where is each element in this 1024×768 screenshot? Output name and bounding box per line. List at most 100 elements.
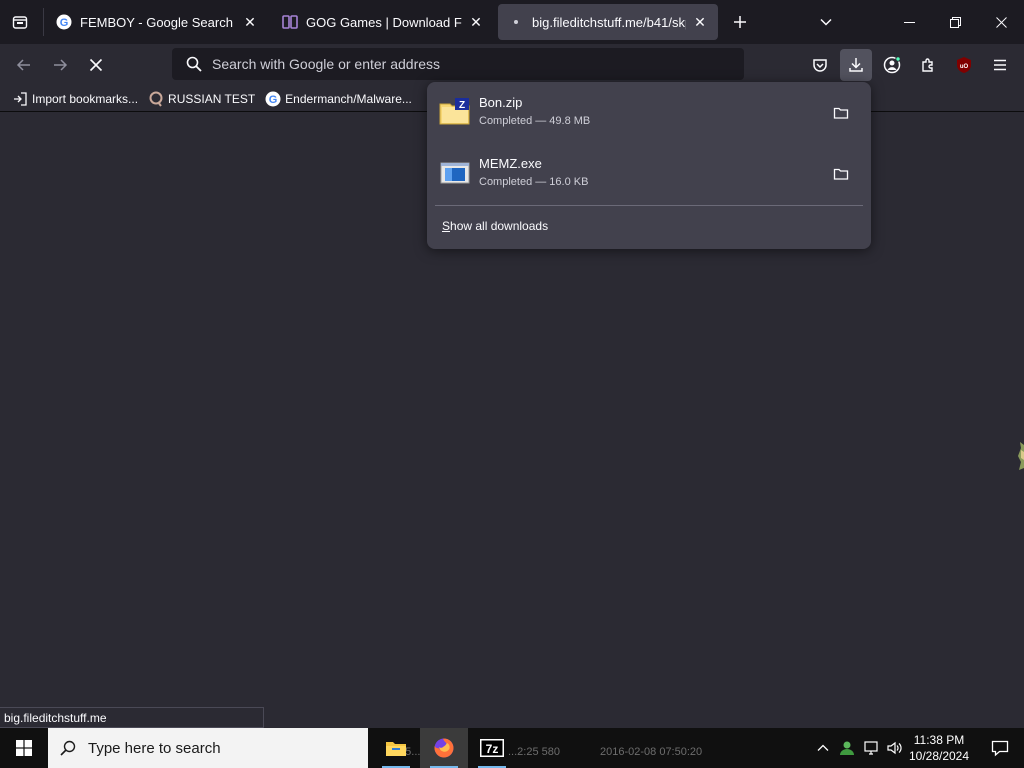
minimize-icon: [903, 21, 915, 23]
russian-test-icon: [148, 91, 164, 107]
chevron-down-icon: [820, 18, 832, 26]
taskbar-search-box[interactable]: Type here to search: [48, 728, 368, 768]
google-icon: G: [56, 14, 72, 30]
network-icon: [864, 741, 878, 755]
bookmark-label: Endermanch/Malware...: [285, 91, 412, 106]
taskbar-7zip[interactable]: 7z: [468, 728, 516, 768]
exe-window-icon: [439, 157, 471, 189]
show-in-folder-button[interactable]: [827, 99, 855, 127]
url-input[interactable]: [212, 56, 712, 72]
7zip-icon: 7z: [480, 739, 504, 757]
minimize-button[interactable]: [886, 0, 932, 44]
github-icon: G: [265, 91, 281, 107]
tab-separator: [43, 8, 44, 36]
search-icon: [186, 56, 202, 72]
svg-text:Z: Z: [459, 100, 465, 111]
taskbar-firefox[interactable]: [420, 728, 468, 768]
extensions-button[interactable]: [912, 49, 944, 81]
zip-folder-icon: Z: [439, 96, 471, 128]
windows-taskbar: Type here to search 2 5... ...2:25 580 2…: [0, 728, 1024, 768]
clock-date: 10/28/2024: [908, 749, 970, 763]
bookmark-russian-test[interactable]: RUSSIAN TEST: [148, 91, 255, 107]
navigation-toolbar: uO: [0, 44, 1024, 86]
tab-close-icon[interactable]: ✕: [242, 14, 258, 30]
file-explorer-icon: [386, 742, 406, 756]
bookmark-label: Import bookmarks...: [32, 91, 139, 106]
download-icon: [849, 58, 863, 72]
hamburger-menu-icon: [994, 59, 1006, 71]
tab-femboy-search[interactable]: G FEMBOY - Google Search ✕: [46, 4, 268, 40]
tab-bar: G FEMBOY - Google Search ✕ GOG Games | D…: [0, 0, 1024, 44]
downloads-panel: Z Bon.zip Completed — 49.8 MB MEMZ.exe C…: [427, 82, 871, 249]
start-button[interactable]: [0, 728, 48, 768]
downloads-separator: [435, 205, 863, 206]
tab-close-icon[interactable]: ✕: [468, 14, 484, 30]
tab-gog-games[interactable]: GOG Games | Download Free GOG ✕: [272, 4, 494, 40]
tab-title: FEMBOY - Google Search: [80, 14, 233, 30]
svg-text:G: G: [60, 17, 69, 29]
forward-arrow-icon: [54, 59, 68, 71]
show-hidden-icons-button[interactable]: [810, 728, 836, 768]
restore-button[interactable]: [932, 0, 978, 44]
stop-loading-button[interactable]: [80, 49, 112, 81]
chevron-up-icon: [817, 744, 829, 751]
search-icon: [60, 740, 76, 756]
svg-text:7z: 7z: [486, 742, 499, 756]
forward-button[interactable]: [44, 49, 76, 81]
url-bar[interactable]: [172, 48, 744, 80]
network-button[interactable]: [858, 728, 884, 768]
taskbar-file-explorer[interactable]: [372, 728, 420, 768]
svg-text:uO: uO: [960, 64, 969, 70]
tray-user-icon-button[interactable]: [834, 728, 860, 768]
tab-title: GOG Games | Download Free GOG: [306, 14, 462, 30]
downloads-button[interactable]: [840, 49, 872, 81]
list-all-tabs-button[interactable]: [810, 6, 842, 38]
show-in-folder-button[interactable]: [827, 160, 855, 188]
back-arrow-icon: [16, 59, 30, 71]
tab-close-icon[interactable]: ✕: [692, 14, 708, 30]
taskbar-search-placeholder: Type here to search: [88, 739, 221, 757]
download-status: Completed — 16.0 KB: [479, 176, 589, 188]
account-button[interactable]: [876, 49, 908, 81]
new-tab-button[interactable]: [724, 6, 756, 38]
back-button[interactable]: [8, 49, 40, 81]
ghost-text: 2016-02-08 07:50:20: [600, 746, 703, 758]
folder-icon: [833, 107, 849, 119]
windows-logo-icon: [16, 740, 32, 756]
svg-text:G: G: [269, 94, 278, 106]
page-edge-image: [1016, 442, 1024, 470]
download-filename: Bon.zip: [479, 95, 523, 110]
tab-fileditch[interactable]: big.fileditchstuff.me/b41/skpMJ ✕: [498, 4, 718, 40]
app-menu-button[interactable]: [984, 49, 1016, 81]
plus-icon: [734, 16, 746, 28]
loading-dot-icon: [508, 14, 524, 30]
speaker-icon: [887, 741, 902, 755]
volume-button[interactable]: [882, 728, 906, 768]
ublock-origin-button[interactable]: uO: [948, 49, 980, 81]
ublock-icon: uO: [957, 57, 971, 73]
download-item-memz-exe[interactable]: MEMZ.exe Completed — 16.0 KB: [435, 147, 863, 201]
firefox-view-button[interactable]: [4, 6, 36, 38]
taskbar-clock[interactable]: 11:38 PM 10/28/2024: [904, 732, 974, 764]
status-panel: big.fileditchstuff.me: [0, 707, 264, 728]
account-icon: [883, 56, 901, 74]
close-icon: [995, 16, 1007, 28]
download-status: Completed — 49.8 MB: [479, 115, 591, 127]
download-item-bon-zip[interactable]: Z Bon.zip Completed — 49.8 MB: [435, 86, 863, 140]
user-green-icon: [840, 741, 854, 755]
import-icon: [12, 91, 28, 107]
notification-icon: [991, 740, 1009, 757]
clock-time: 11:38 PM: [913, 733, 965, 747]
restore-icon: [949, 16, 961, 28]
bookmark-endermanch-malware[interactable]: G Endermanch/Malware...: [265, 91, 412, 107]
download-filename: MEMZ.exe: [479, 156, 542, 171]
firefox-icon: [434, 738, 454, 758]
close-window-button[interactable]: [978, 0, 1024, 44]
notification-center-button[interactable]: [976, 728, 1024, 768]
pocket-button[interactable]: [804, 49, 836, 81]
bookmark-label: RUSSIAN TEST: [168, 91, 256, 106]
stop-icon: [89, 58, 103, 72]
bookmark-import[interactable]: Import bookmarks...: [12, 91, 138, 107]
show-all-downloads-link[interactable]: Show all downloads: [442, 219, 548, 233]
puzzle-icon: [922, 58, 933, 72]
